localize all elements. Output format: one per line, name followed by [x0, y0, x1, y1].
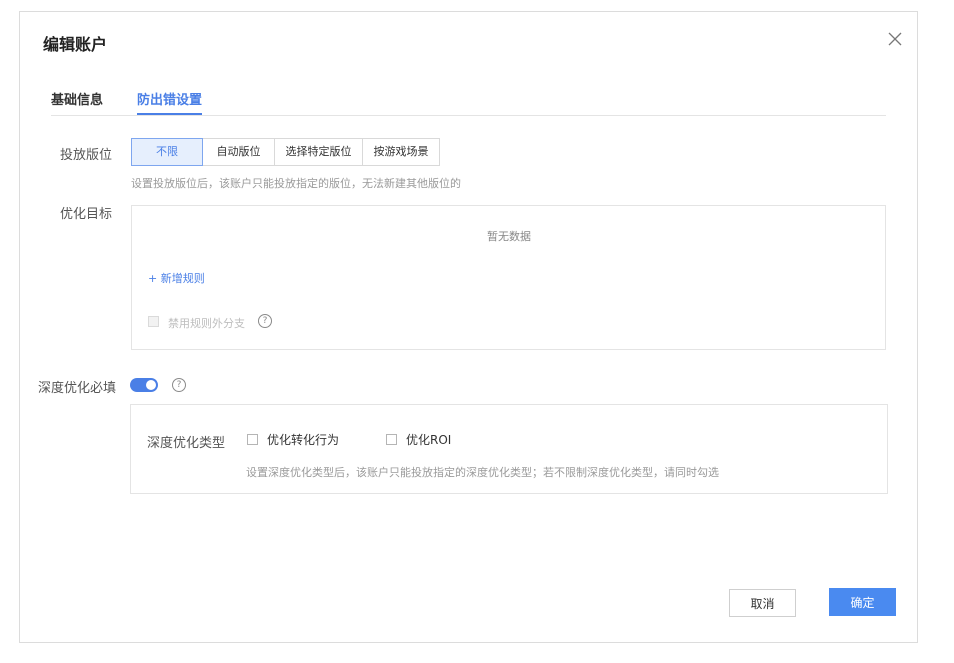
placement-segmented-control: 不限 自动版位 选择特定版位 按游戏场景 [131, 138, 440, 166]
add-rule-link[interactable]: + 新增规则 [148, 270, 205, 286]
placement-option-unlimited[interactable]: 不限 [131, 138, 203, 166]
help-icon[interactable]: ? [258, 314, 272, 328]
confirm-button[interactable]: 确定 [829, 588, 896, 616]
deep-optimization-type-label: 深度优化类型 [147, 436, 226, 451]
cancel-button[interactable]: 取消 [729, 589, 796, 617]
placement-option-auto[interactable]: 自动版位 [202, 138, 275, 166]
optimization-goal-label: 优化目标 [60, 207, 113, 222]
option-conversion-label: 优化转化行为 [267, 433, 340, 447]
dialog-title: 编辑账户 [43, 35, 108, 54]
help-icon[interactable]: ? [172, 378, 186, 392]
tab-basic-info[interactable]: 基础信息 [51, 89, 103, 114]
option-conversion-checkbox[interactable] [247, 434, 258, 445]
deep-optimization-hint: 设置深度优化类型后，该账户只能投放指定的深度优化类型；若不限制深度优化类型，请同… [246, 466, 719, 479]
option-roi-checkbox[interactable] [386, 434, 397, 445]
tab-bar: 基础信息 防出错设置 [51, 89, 886, 116]
placement-label: 投放版位 [60, 148, 113, 163]
placement-hint: 设置投放版位后，该账户只能投放指定的版位，无法新建其他版位的 [131, 177, 461, 190]
placement-option-game-scene[interactable]: 按游戏场景 [362, 138, 440, 166]
disable-branch-label: 禁用规则外分支 [168, 317, 245, 330]
disable-branch-checkbox[interactable] [148, 316, 159, 327]
deep-optimization-required-label: 深度优化必填 [38, 381, 117, 396]
empty-data-text: 暂无数据 [487, 230, 531, 243]
edit-account-dialog: 编辑账户 基础信息 防出错设置 投放版位 不限 自动版位 选择特定版位 按游戏场… [19, 11, 918, 643]
tab-error-prevention[interactable]: 防出错设置 [137, 89, 203, 115]
optimization-goal-panel: 暂无数据 + 新增规则 禁用规则外分支 ? [131, 205, 886, 350]
deep-optimization-toggle[interactable] [130, 378, 158, 392]
option-roi-label: 优化ROI [406, 433, 452, 447]
placement-option-specific[interactable]: 选择特定版位 [274, 138, 363, 166]
deep-optimization-panel: 深度优化类型 优化转化行为 优化ROI 设置深度优化类型后，该账户只能投放指定的… [130, 404, 888, 494]
close-icon[interactable] [886, 30, 904, 48]
